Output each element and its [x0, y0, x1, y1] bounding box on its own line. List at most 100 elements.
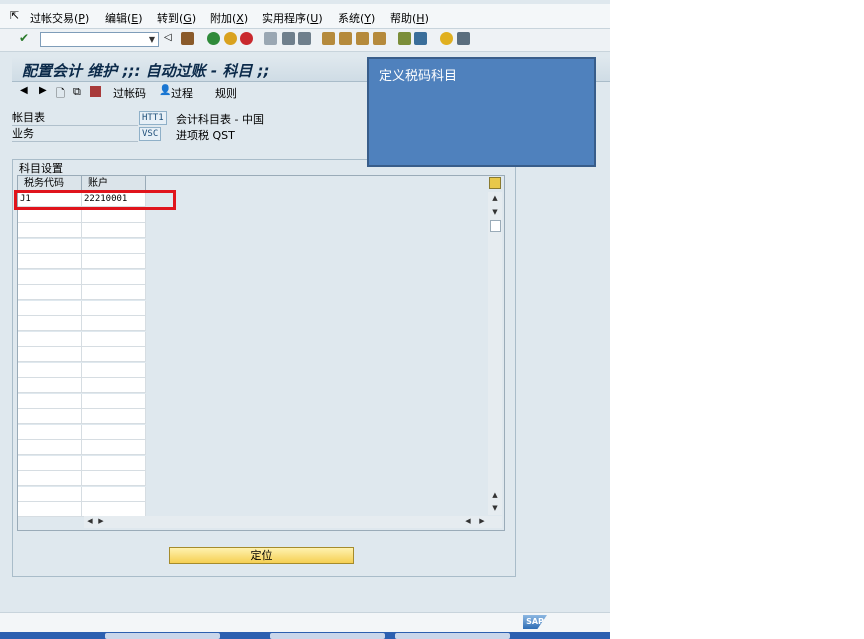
exit-icon[interactable]: [224, 32, 237, 45]
account-cell[interactable]: [82, 378, 146, 393]
scroll-down-small-icon[interactable]: ▼: [489, 208, 501, 216]
user-icon[interactable]: 👤: [159, 85, 171, 96]
tax-code-cell[interactable]: [18, 316, 82, 331]
tax-code-cell[interactable]: [18, 502, 82, 517]
last-page-icon[interactable]: [373, 32, 386, 45]
scroll-up-icon[interactable]: ▲: [489, 194, 501, 202]
account-cell[interactable]: [82, 269, 146, 285]
help-icon[interactable]: [440, 32, 453, 45]
tax-code-cell[interactable]: [18, 347, 82, 362]
vertical-scrollbar[interactable]: ▲ ▼ ▲ ▼: [488, 192, 502, 515]
tax-code-cell[interactable]: [18, 455, 82, 471]
account-cell[interactable]: [82, 471, 146, 486]
find-next-icon[interactable]: [298, 32, 311, 45]
chevron-down-icon[interactable]: ▼: [146, 33, 158, 46]
tax-code-cell[interactable]: [18, 409, 82, 424]
empty-table-row[interactable]: [18, 285, 146, 300]
tax-code-cell[interactable]: [18, 269, 82, 285]
account-cell[interactable]: [82, 238, 146, 254]
column-settings-icon[interactable]: [489, 177, 501, 189]
previous-page-icon[interactable]: [339, 32, 352, 45]
column-header-account[interactable]: 账户: [82, 176, 146, 191]
copy-icon[interactable]: ⧉: [73, 85, 81, 99]
account-cell[interactable]: [82, 331, 146, 347]
tax-code-cell[interactable]: [18, 223, 82, 238]
empty-table-row[interactable]: [18, 486, 146, 502]
account-cell[interactable]: [82, 254, 146, 269]
empty-table-row[interactable]: [18, 440, 146, 455]
account-cell[interactable]: [82, 424, 146, 440]
empty-table-row[interactable]: [18, 455, 146, 471]
command-field[interactable]: ▼: [40, 32, 159, 47]
menu-utilities[interactable]: 实用程序(U): [262, 10, 323, 26]
account-cell[interactable]: [82, 316, 146, 331]
posting-key-button[interactable]: 过帐码: [113, 85, 146, 101]
empty-table-row[interactable]: [18, 362, 146, 378]
account-cell[interactable]: [82, 347, 146, 362]
tax-code-cell[interactable]: [18, 424, 82, 440]
menu-goto[interactable]: 转到(G): [157, 10, 196, 26]
horizontal-scrollbar[interactable]: ◀ ▶ ◀ ▶: [84, 516, 502, 528]
empty-table-row[interactable]: [18, 409, 146, 424]
menu-edit[interactable]: 编辑(E): [105, 10, 143, 26]
taskbar-task[interactable]: [270, 633, 385, 639]
empty-table-row[interactable]: [18, 269, 146, 285]
tax-code-cell[interactable]: [18, 331, 82, 347]
empty-table-row[interactable]: [18, 502, 146, 517]
account-cell[interactable]: [82, 223, 146, 238]
previous-entry-icon[interactable]: ◀: [20, 85, 28, 96]
tax-code-cell[interactable]: [18, 300, 82, 316]
empty-table-row[interactable]: [18, 223, 146, 238]
menu-post[interactable]: 过帐交易(P): [30, 10, 89, 26]
tax-code-cell[interactable]: [18, 440, 82, 455]
tax-code-cell[interactable]: [18, 254, 82, 269]
account-cell[interactable]: [82, 455, 146, 471]
empty-table-row[interactable]: [18, 316, 146, 331]
account-cell[interactable]: [82, 393, 146, 409]
empty-table-row[interactable]: [18, 471, 146, 486]
empty-table-row[interactable]: [18, 238, 146, 254]
scroll-left-end-icon[interactable]: ◀: [462, 517, 474, 525]
menu-system[interactable]: 系统(Y): [338, 10, 375, 26]
save-variant-icon[interactable]: [90, 86, 101, 97]
scroll-down-icon[interactable]: ▼: [489, 504, 501, 512]
tax-code-cell[interactable]: [18, 471, 82, 486]
tax-code-cell[interactable]: [18, 362, 82, 378]
tax-code-cell[interactable]: [18, 393, 82, 409]
back-icon[interactable]: [207, 32, 220, 45]
empty-table-row[interactable]: [18, 378, 146, 393]
empty-table-row[interactable]: [18, 300, 146, 316]
tax-code-cell[interactable]: [18, 378, 82, 393]
taskbar-task[interactable]: [105, 633, 220, 639]
account-cell[interactable]: [82, 502, 146, 517]
chart-of-accounts-field[interactable]: HTT1: [139, 111, 167, 125]
scroll-right-icon[interactable]: ▶: [476, 517, 488, 525]
empty-table-row[interactable]: [18, 424, 146, 440]
menu-exit-icon[interactable]: ⇱: [10, 9, 19, 22]
first-page-icon[interactable]: [322, 32, 335, 45]
menu-help[interactable]: 帮助(H): [390, 10, 429, 26]
tax-code-cell[interactable]: [18, 285, 82, 300]
empty-table-row[interactable]: [18, 331, 146, 347]
procedure-button[interactable]: 过程: [171, 85, 193, 101]
account-cell[interactable]: [82, 409, 146, 424]
account-cell[interactable]: [82, 362, 146, 378]
find-icon[interactable]: [282, 32, 295, 45]
scroll-up-bottom-icon[interactable]: ▲: [489, 491, 501, 499]
next-entry-icon[interactable]: ▶: [39, 85, 47, 96]
scroll-thumb[interactable]: [490, 220, 501, 232]
scroll-right-small-icon[interactable]: ▶: [95, 517, 107, 525]
cancel-icon[interactable]: [240, 32, 253, 45]
rules-button[interactable]: 规则: [215, 85, 237, 101]
tax-code-cell[interactable]: [18, 238, 82, 254]
menu-extras[interactable]: 附加(X): [210, 10, 248, 26]
back-arrow-icon[interactable]: ◁: [164, 32, 172, 43]
locate-button[interactable]: 定位: [169, 547, 354, 564]
account-cell[interactable]: [82, 486, 146, 502]
account-cell[interactable]: [82, 300, 146, 316]
empty-table-row[interactable]: [18, 393, 146, 409]
tax-code-cell[interactable]: [18, 486, 82, 502]
enter-check-icon[interactable]: ✔: [19, 31, 29, 45]
print-icon[interactable]: [264, 32, 277, 45]
save-icon[interactable]: [181, 32, 194, 45]
